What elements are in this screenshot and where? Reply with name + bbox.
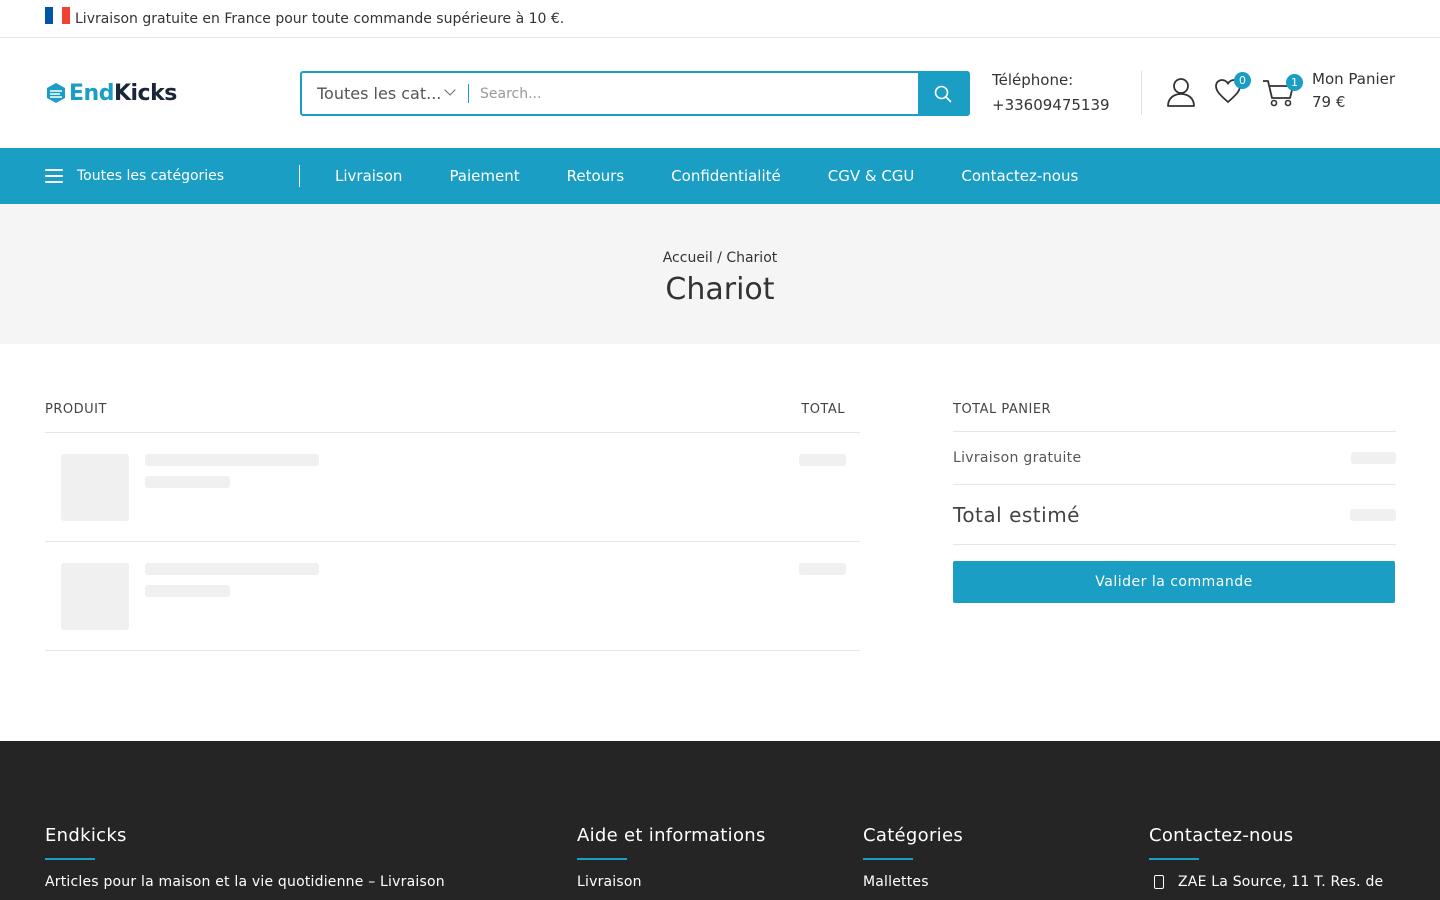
footer-help-link[interactable]: Livraison (577, 872, 766, 892)
shipping-row: Livraison gratuite (953, 432, 1396, 485)
footer-underline (577, 858, 627, 860)
shipping-label: Livraison gratuite (953, 450, 1082, 466)
footer-category-link[interactable]: Mallettes (863, 872, 963, 892)
phone-number[interactable]: +33609475139 (992, 93, 1110, 118)
phone-contact: Téléphone: +33609475139 (992, 68, 1110, 118)
site-header: EndKicks Toutes les cat... Téléphone: +3… (0, 38, 1440, 148)
product-title-placeholder (145, 563, 319, 575)
cart-summary[interactable]: Mon Panier 79 € (1312, 68, 1395, 114)
announcement-bar: Livraison gratuite en France pour toute … (0, 0, 1440, 38)
nav-link-confidentialite[interactable]: Confidentialité (671, 167, 781, 185)
product-image-placeholder (61, 563, 129, 630)
site-logo[interactable]: EndKicks (45, 81, 300, 106)
cart-content: PRODUIT TOTAL TOTAL PANIER Livraison gra… (0, 344, 1440, 741)
product-title-placeholder (145, 454, 319, 466)
main-nav: Toutes les catégories Livraison Paiement… (0, 148, 1440, 204)
logo-icon (47, 83, 65, 103)
location-icon (1154, 875, 1164, 889)
search-category-select[interactable]: Toutes les cat... (302, 73, 468, 114)
nav-link-retours[interactable]: Retours (567, 167, 625, 185)
cart-table-header: PRODUIT TOTAL (45, 402, 860, 433)
footer-col-about: Endkicks Articles pour la maison et la v… (45, 825, 505, 892)
breadcrumb[interactable]: Accueil / Chariot (0, 250, 1440, 266)
footer-about-title: Endkicks (45, 825, 127, 846)
footer-col-contact: Contactez-nous ZAE La Source, 11 T. Res.… (1149, 825, 1399, 892)
footer-address: ZAE La Source, 11 T. Res. de (1178, 874, 1384, 890)
search-icon (934, 85, 952, 102)
all-categories-label: Toutes les catégories (77, 168, 225, 184)
cart-total: 79 € (1312, 93, 1346, 111)
footer-help-title: Aide et informations (577, 825, 766, 846)
phone-label: Téléphone: (992, 71, 1074, 89)
product-price-placeholder (799, 454, 846, 466)
chevron-down-icon (444, 84, 456, 96)
footer-col-categories: Catégories Mallettes (863, 825, 963, 892)
nav-divider (299, 165, 300, 187)
footer-underline (45, 858, 95, 860)
estimated-total-label: Total estimé (953, 502, 1080, 527)
footer-categories-title: Catégories (863, 825, 964, 846)
announcement-text: Livraison gratuite en France pour toute … (75, 10, 565, 27)
all-categories-menu[interactable]: Toutes les catégories (45, 148, 299, 204)
search-input[interactable] (469, 73, 918, 114)
search-bar: Toutes les cat... (300, 71, 970, 116)
cart-table: PRODUIT TOTAL (45, 402, 860, 651)
product-image-placeholder (61, 454, 129, 521)
footer-underline (1149, 858, 1199, 860)
footer-underline (863, 858, 913, 860)
page-banner: Accueil / Chariot Chariot (0, 204, 1440, 344)
logo-end-text: End (69, 80, 114, 106)
estimated-total-row: Total estimé (953, 485, 1396, 545)
cart-totals: TOTAL PANIER Livraison gratuite Total es… (953, 402, 1396, 603)
nav-link-cgv[interactable]: CGV & CGU (828, 167, 915, 185)
cart-label: Mon Panier (1312, 70, 1396, 88)
nav-link-paiement[interactable]: Paiement (449, 167, 519, 185)
footer-about-text: Articles pour la maison et la vie quotid… (45, 874, 445, 890)
col-product-header: PRODUIT (45, 402, 107, 417)
cart-button[interactable]: 1 (1262, 74, 1303, 112)
cart-row-placeholder (45, 542, 860, 651)
nav-link-livraison[interactable]: Livraison (335, 167, 402, 185)
shipping-value-placeholder (1351, 452, 1396, 464)
header-divider (1141, 71, 1142, 115)
nav-link-contact[interactable]: Contactez-nous (961, 167, 1078, 185)
footer-col-help: Aide et informations Livraison (577, 825, 766, 892)
search-button[interactable] (918, 73, 968, 114)
account-button[interactable] (1166, 76, 1196, 112)
menu-icon (45, 169, 63, 183)
cart-count-badge: 1 (1286, 74, 1303, 91)
estimated-total-placeholder (1350, 508, 1396, 521)
france-flag-icon (45, 7, 70, 24)
cart-row-placeholder (45, 433, 860, 542)
cart-totals-heading: TOTAL PANIER (953, 402, 1396, 432)
product-price-placeholder (799, 563, 846, 575)
logo-kicks-text: Kicks (113, 80, 177, 106)
wishlist-count-badge: 0 (1234, 72, 1251, 89)
checkout-button[interactable]: Valider la commande (953, 561, 1395, 603)
user-icon (1167, 78, 1195, 107)
product-meta-placeholder (145, 476, 230, 488)
wishlist-button[interactable]: 0 (1214, 72, 1251, 108)
product-meta-placeholder (145, 585, 230, 597)
page-title: Chariot (665, 272, 775, 307)
nav-links: Livraison Paiement Retours Confidentiali… (335, 167, 1078, 185)
site-footer: Endkicks Articles pour la maison et la v… (0, 741, 1440, 900)
footer-contact-title: Contactez-nous (1149, 825, 1294, 846)
col-total-header: TOTAL (801, 402, 845, 417)
search-category-label: Toutes les cat... (317, 84, 442, 103)
